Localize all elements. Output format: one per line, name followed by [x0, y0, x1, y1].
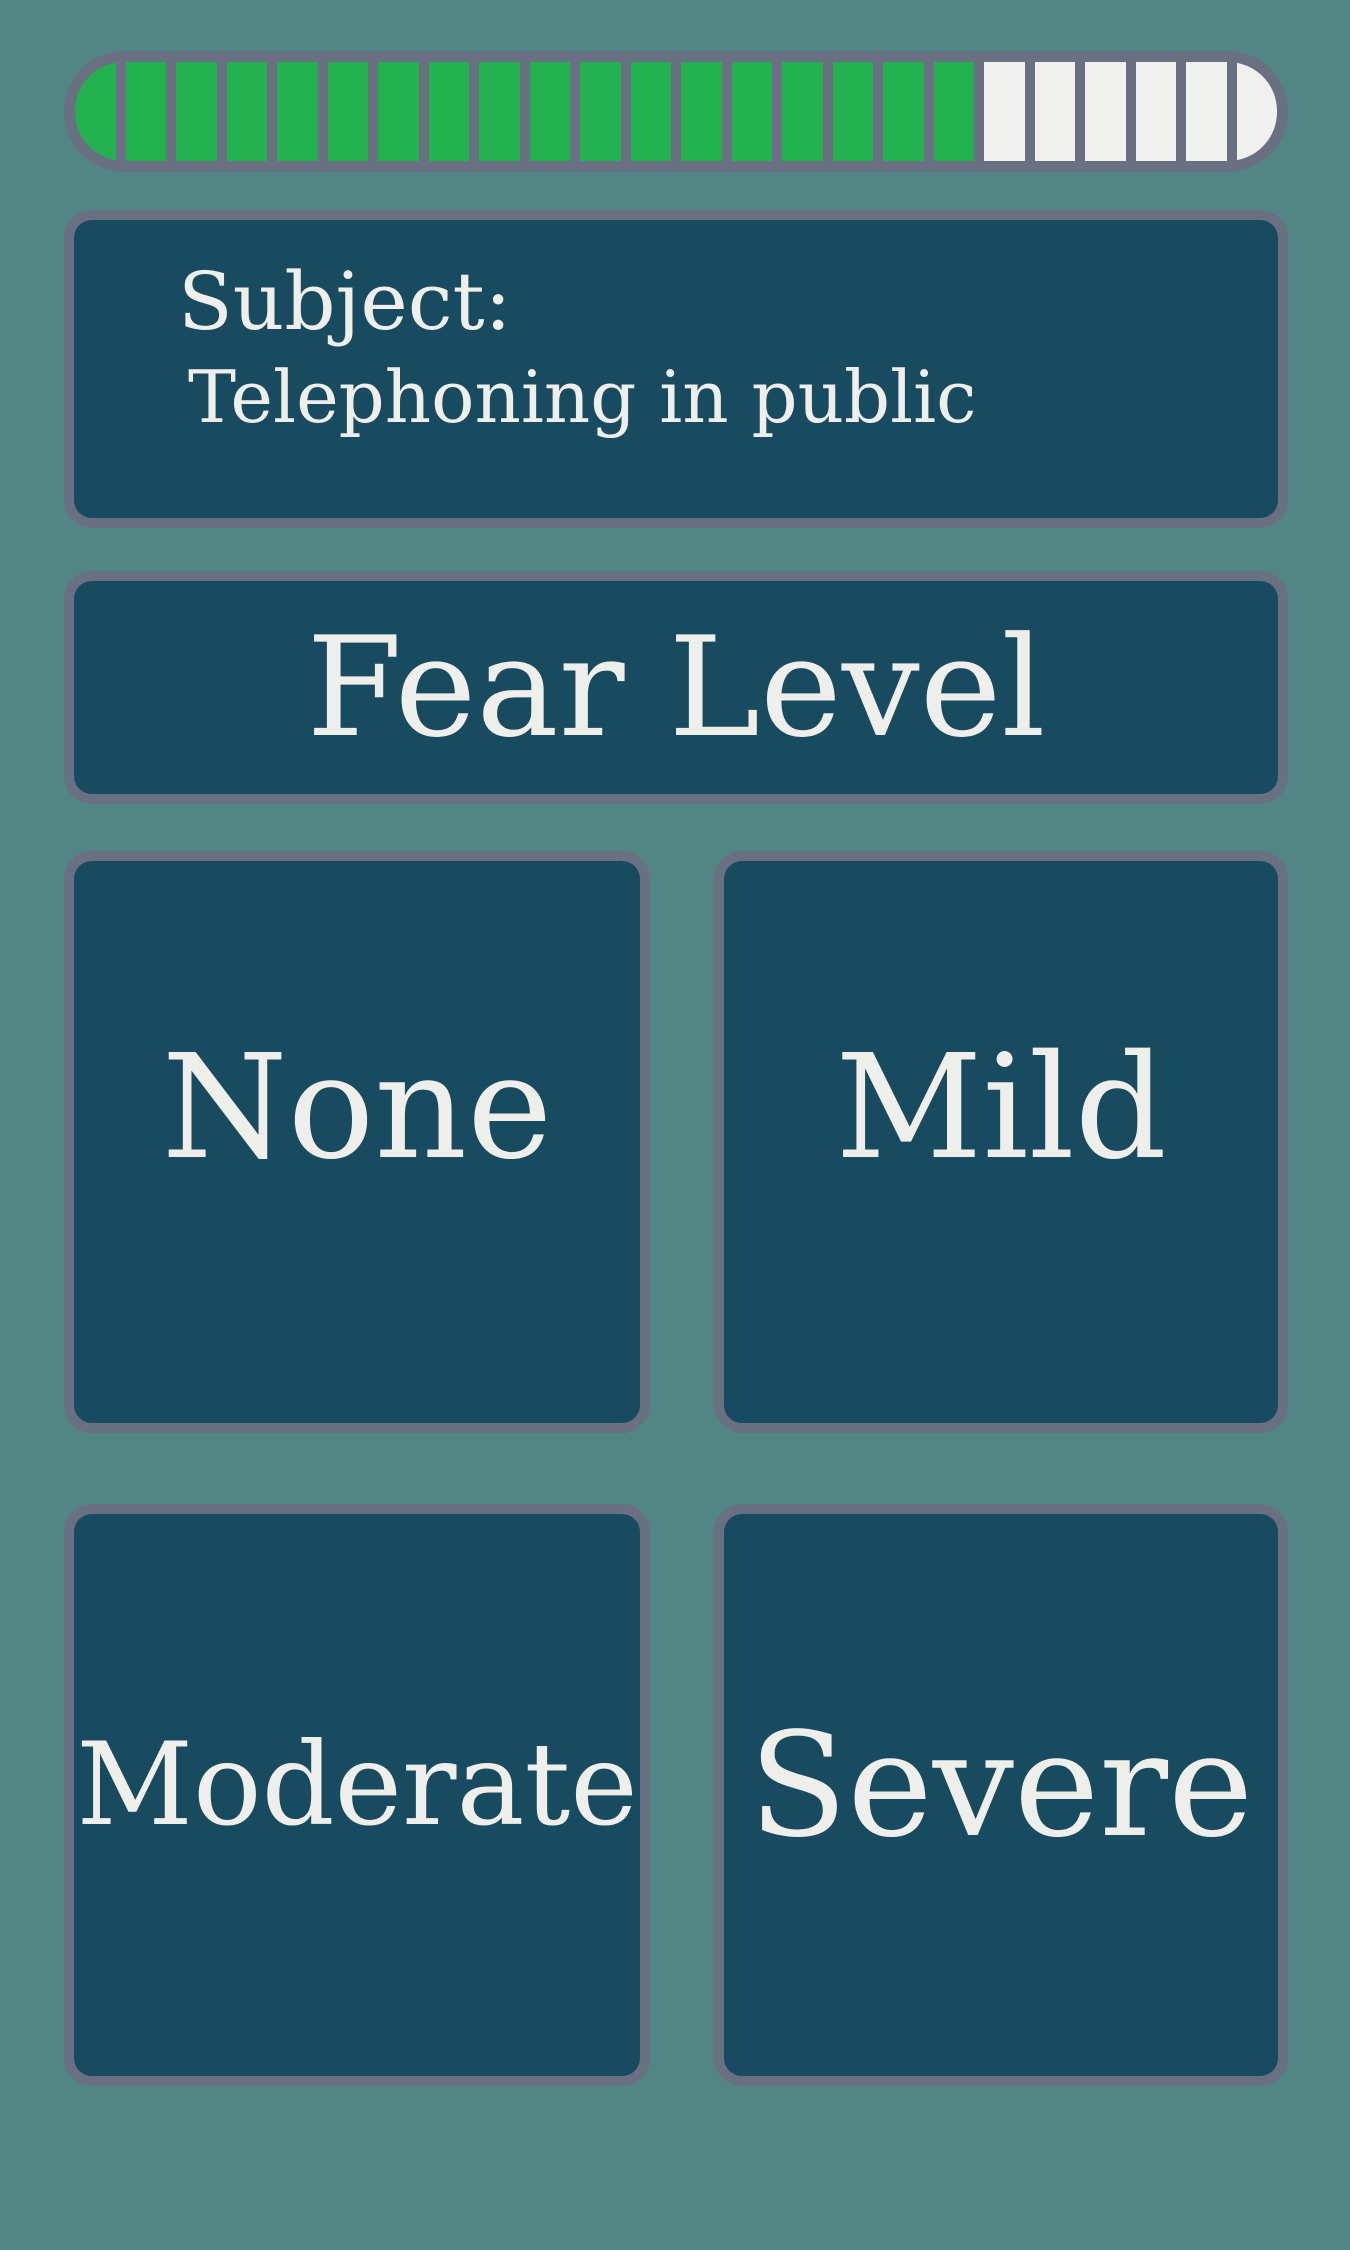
progress-segment — [681, 62, 722, 161]
progress-segment — [1135, 62, 1176, 161]
progress-segment — [1085, 62, 1126, 161]
subject-value: Telephoning in public — [188, 355, 977, 439]
progress-segment — [1186, 62, 1227, 161]
progress-segment — [933, 62, 974, 161]
option-none-label: None — [161, 1023, 553, 1191]
progress-segment — [176, 62, 217, 161]
progress-segment — [580, 62, 621, 161]
question-title-card: Fear Level — [64, 571, 1288, 804]
option-moderate-button[interactable]: Moderate — [64, 1504, 650, 2086]
progress-segment — [479, 62, 520, 161]
progress-segment — [125, 62, 166, 161]
subject-label: Subject: — [178, 255, 512, 348]
progress-segment — [984, 62, 1025, 161]
progress-segment — [731, 62, 772, 161]
progress-segment — [630, 62, 671, 161]
progress-segment — [529, 62, 570, 161]
question-title: Fear Level — [306, 606, 1046, 768]
option-severe-label: Severe — [748, 1701, 1254, 1869]
progress-segment — [226, 62, 267, 161]
progress-segment — [883, 62, 924, 161]
progress-segment — [75, 62, 116, 161]
option-moderate-label: Moderate — [76, 1718, 638, 1851]
progress-segment — [1034, 62, 1075, 161]
option-none-button[interactable]: None — [64, 851, 650, 1433]
progress-segment — [327, 62, 368, 161]
option-mild-label: Mild — [835, 1023, 1167, 1191]
progress-segment — [277, 62, 318, 161]
option-severe-button[interactable]: Severe — [714, 1504, 1288, 2086]
progress-segment — [782, 62, 823, 161]
progress-track — [75, 62, 1277, 161]
progress-segment — [1236, 62, 1277, 161]
progress-segment — [378, 62, 419, 161]
progress-segment — [832, 62, 873, 161]
progress-bar — [64, 51, 1288, 172]
option-mild-button[interactable]: Mild — [714, 851, 1288, 1433]
progress-segment — [428, 62, 469, 161]
subject-card: Subject: Telephoning in public — [64, 210, 1288, 528]
